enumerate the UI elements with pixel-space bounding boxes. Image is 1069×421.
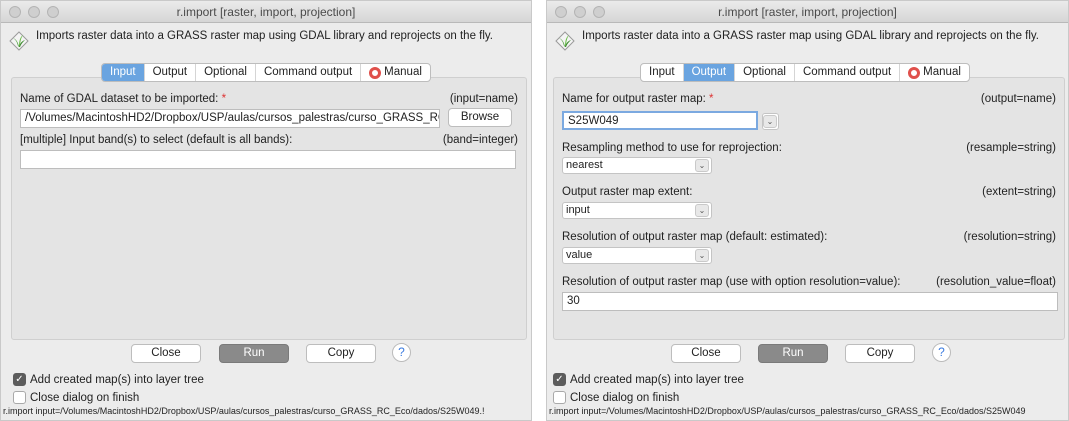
help-icon[interactable]: ? [932, 343, 951, 362]
band-field[interactable] [20, 150, 516, 169]
extent-value: input [566, 204, 590, 216]
title-bar[interactable]: r.import [raster, import, projection] [1, 1, 531, 23]
copy-button[interactable]: Copy [306, 344, 376, 363]
zoom-window-icon[interactable] [47, 6, 59, 18]
window-controls [555, 6, 605, 18]
chevron-down-icon: ⌄ [695, 159, 709, 172]
output-param: (output=name) [980, 93, 1056, 105]
resolution-param: (resolution=string) [963, 231, 1056, 243]
chevron-down-icon: ⌄ [763, 115, 777, 128]
dialog-input-tab: r.import [raster, import, projection] Im… [0, 0, 532, 421]
resolution-value-row: Resolution of output raster map (use wit… [562, 276, 1056, 288]
tab-manual-label: Manual [923, 66, 961, 78]
band-field-row: [multiple] Input band(s) to select (defa… [20, 134, 518, 146]
tab-optional[interactable]: Optional [196, 64, 256, 81]
output-panel: Name for output raster map: * (output=na… [553, 77, 1065, 340]
add-map-checkbox-row[interactable]: ✓ Add created map(s) into layer tree [553, 373, 744, 386]
tab-command-output[interactable]: Command output [795, 64, 901, 81]
tab-manual[interactable]: Manual [361, 64, 430, 81]
output-history-dropdown[interactable]: ⌄ [762, 113, 779, 130]
browse-button[interactable]: Browse [448, 108, 512, 127]
chevron-down-icon: ⌄ [695, 204, 709, 217]
extent-row: Output raster map extent: (extent=string… [562, 186, 1056, 198]
command-status-bar: r.import input=/Volumes/MacintoshHD2/Dro… [3, 406, 485, 416]
resolution-row: Resolution of output raster map (default… [562, 231, 1056, 243]
description-text: Imports raster data into a GRASS raster … [36, 30, 494, 42]
output-field-row: Name for output raster map: * (output=na… [562, 93, 1056, 105]
minimize-window-icon[interactable] [28, 6, 40, 18]
add-map-label: Add created map(s) into layer tree [570, 373, 744, 386]
tab-manual-label: Manual [384, 66, 422, 78]
description-text: Imports raster data into a GRASS raster … [582, 30, 1040, 42]
required-marker: * [221, 93, 227, 105]
close-dialog-checkbox[interactable] [553, 391, 566, 404]
tab-output[interactable]: Output [683, 64, 736, 81]
zoom-window-icon[interactable] [593, 6, 605, 18]
chevron-down-icon: ⌄ [695, 249, 709, 262]
close-dialog-checkbox-row[interactable]: Close dialog on finish [13, 391, 139, 404]
add-map-checkbox[interactable]: ✓ [13, 373, 26, 386]
input-panel: Name of GDAL dataset to be imported: * (… [11, 77, 527, 340]
resample-select[interactable]: nearest ⌄ [562, 157, 712, 174]
window-controls [9, 6, 59, 18]
extent-param: (extent=string) [982, 186, 1056, 198]
add-map-label: Add created map(s) into layer tree [30, 373, 204, 386]
resolution-value-param: (resolution_value=float) [936, 276, 1056, 288]
tab-input[interactable]: Input [102, 64, 145, 81]
input-label: Name of GDAL dataset to be imported: [20, 93, 219, 105]
copy-button[interactable]: Copy [845, 344, 915, 363]
command-status-bar: r.import input=/Volumes/MacintoshHD2/Dro… [549, 406, 1026, 416]
tab-bar: Input Output Optional Command output Man… [101, 63, 431, 82]
output-name-field[interactable]: S25W049 [562, 111, 758, 130]
window-title: r.import [raster, import, projection] [718, 5, 897, 19]
close-window-icon[interactable] [9, 6, 21, 18]
close-dialog-checkbox-row[interactable]: Close dialog on finish [553, 391, 679, 404]
input-dataset-field[interactable]: /Volumes/MacintoshHD2/Dropbox/USP/aulas/… [20, 109, 440, 128]
lifebuoy-icon [908, 66, 921, 79]
tab-optional[interactable]: Optional [735, 64, 795, 81]
resample-value: nearest [566, 159, 603, 171]
module-description: Imports raster data into a GRASS raster … [547, 23, 1068, 59]
module-description: Imports raster data into a GRASS raster … [1, 23, 531, 59]
help-icon[interactable]: ? [392, 343, 411, 362]
grass-logo-icon [555, 31, 575, 51]
resolution-value: value [566, 249, 593, 261]
resolution-select[interactable]: value ⌄ [562, 247, 712, 264]
window-title: r.import [raster, import, projection] [176, 5, 356, 19]
resample-param: (resample=string) [966, 142, 1056, 154]
title-bar[interactable]: r.import [raster, import, projection] [547, 1, 1068, 23]
close-dialog-label: Close dialog on finish [30, 391, 140, 404]
close-button[interactable]: Close [131, 344, 201, 363]
resample-row: Resampling method to use for reprojectio… [562, 142, 1056, 154]
tab-output[interactable]: Output [145, 64, 197, 81]
band-label: [multiple] Input band(s) to select (defa… [20, 134, 293, 146]
resolution-value-field[interactable]: 30 [562, 292, 1058, 311]
band-param: (band=integer) [442, 134, 518, 146]
resolution-value-label: Resolution of output raster map (use wit… [562, 276, 901, 288]
tab-input[interactable]: Input [641, 64, 684, 81]
close-button[interactable]: Close [671, 344, 741, 363]
run-button[interactable]: Run [219, 344, 289, 363]
input-field-row: Name of GDAL dataset to be imported: * (… [20, 93, 518, 105]
extent-select[interactable]: input ⌄ [562, 202, 712, 219]
add-map-checkbox[interactable]: ✓ [553, 373, 566, 386]
minimize-window-icon[interactable] [574, 6, 586, 18]
close-window-icon[interactable] [555, 6, 567, 18]
close-dialog-label: Close dialog on finish [570, 391, 680, 404]
grass-logo-icon [9, 31, 29, 51]
add-map-checkbox-row[interactable]: ✓ Add created map(s) into layer tree [13, 373, 204, 386]
tab-command-output[interactable]: Command output [256, 64, 362, 81]
lifebuoy-icon [369, 66, 382, 79]
input-param: (input=name) [449, 93, 518, 105]
tab-manual[interactable]: Manual [900, 64, 969, 81]
extent-label: Output raster map extent: [562, 186, 693, 198]
dialog-output-tab: r.import [raster, import, projection] Im… [546, 0, 1069, 421]
required-marker: * [709, 93, 714, 105]
tab-bar: Input Output Optional Command output Man… [640, 63, 970, 82]
output-label: Name for output raster map: [562, 93, 706, 105]
resample-label: Resampling method to use for reprojectio… [562, 142, 782, 154]
close-dialog-checkbox[interactable] [13, 391, 26, 404]
run-button[interactable]: Run [758, 344, 828, 363]
resolution-label: Resolution of output raster map (default… [562, 231, 828, 243]
